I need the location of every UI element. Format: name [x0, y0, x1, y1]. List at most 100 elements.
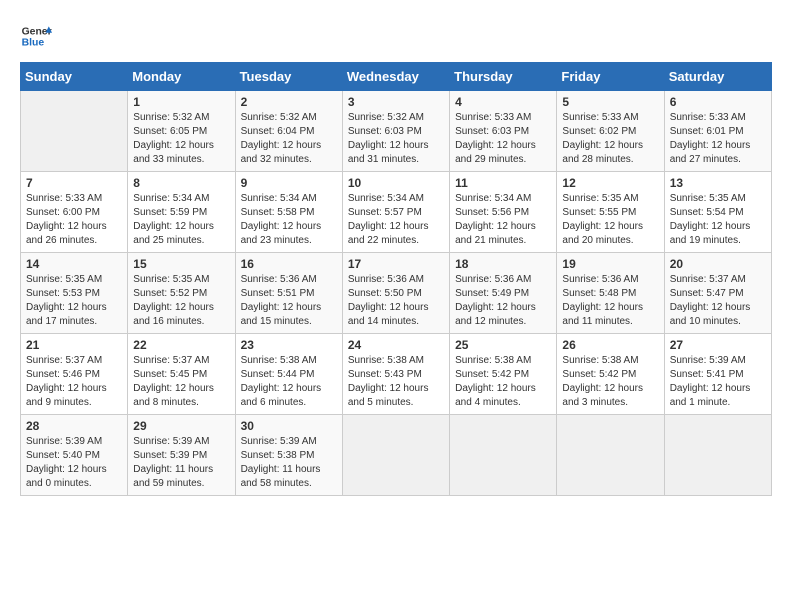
- logo: General Blue: [20, 20, 52, 52]
- calendar-cell: 19 Sunrise: 5:36 AM Sunset: 5:48 PM Dayli…: [557, 253, 664, 334]
- calendar-cell: 7Sunrise: 5:33 AM Sunset: 6:00 PM Daylig…: [21, 172, 128, 253]
- calendar-cell: 4 Sunrise: 5:33 AM Sunset: 6:03 PM Daylig…: [450, 91, 557, 172]
- calendar-cell: 22Sunrise: 5:37 AM Sunset: 5:45 PM Dayli…: [128, 334, 235, 415]
- day-number: 18: [455, 257, 551, 271]
- day-number: 28: [26, 419, 122, 433]
- day-number: 25: [455, 338, 551, 352]
- day-number: 13: [670, 176, 766, 190]
- day-number: 10: [348, 176, 444, 190]
- calendar-cell: 26 Sunrise: 5:38 AM Sunset: 5:42 PM Dayli…: [557, 334, 664, 415]
- cell-content: Sunrise: 5:34 AM Sunset: 5:56 PM Dayligh…: [455, 192, 551, 248]
- cell-content: Sunrise: 5:37 AM Sunset: 5:47 PM Dayligh…: [670, 273, 766, 329]
- cell-content: Sunrise: 5:32 AM Sunset: 6:05 PM Dayligh…: [133, 111, 229, 167]
- calendar-cell: 3Sunrise: 5:32 AM Sunset: 6:03 PM Daylig…: [342, 91, 449, 172]
- cell-content: Sunrise: 5:39 AM Sunset: 5:41 PM Dayligh…: [670, 354, 766, 410]
- cell-content: Sunrise: 5:33 AM Sunset: 6:01 PM Dayligh…: [670, 111, 766, 167]
- calendar-week-row: 14 Sunrise: 5:35 AM Sunset: 5:53 PM Dayli…: [21, 253, 772, 334]
- day-number: 24: [348, 338, 444, 352]
- calendar-cell: 10 Sunrise: 5:34 AM Sunset: 5:57 PM Dayli…: [342, 172, 449, 253]
- calendar-cell: 13 Sunrise: 5:35 AM Sunset: 5:54 PM Dayli…: [664, 172, 771, 253]
- day-number: 22: [133, 338, 229, 352]
- calendar-week-row: 1 Sunrise: 5:32 AM Sunset: 6:05 PM Daylig…: [21, 91, 772, 172]
- day-number: 29: [133, 419, 229, 433]
- calendar-cell: 29 Sunrise: 5:39 AM Sunset: 5:39 PM Dayli…: [128, 415, 235, 496]
- day-number: 21: [26, 338, 122, 352]
- cell-content: Sunrise: 5:35 AM Sunset: 5:55 PM Dayligh…: [562, 192, 658, 248]
- cell-content: Sunrise: 5:38 AM Sunset: 5:44 PM Dayligh…: [241, 354, 337, 410]
- cell-content: Sunrise: 5:39 AM Sunset: 5:38 PM Dayligh…: [241, 435, 337, 491]
- day-number: 20: [670, 257, 766, 271]
- cell-content: Sunrise: 5:33 AM Sunset: 6:02 PM Dayligh…: [562, 111, 658, 167]
- calendar-cell: [21, 91, 128, 172]
- cell-content: Sunrise: 5:38 AM Sunset: 5:42 PM Dayligh…: [562, 354, 658, 410]
- calendar-cell: 17Sunrise: 5:36 AM Sunset: 5:50 PM Dayli…: [342, 253, 449, 334]
- day-number: 15: [133, 257, 229, 271]
- day-number: 4: [455, 95, 551, 109]
- calendar-cell: 15 Sunrise: 5:35 AM Sunset: 5:52 PM Dayli…: [128, 253, 235, 334]
- calendar-cell: 30 Sunrise: 5:39 AM Sunset: 5:38 PM Dayli…: [235, 415, 342, 496]
- calendar-cell: 27 Sunrise: 5:39 AM Sunset: 5:41 PM Dayli…: [664, 334, 771, 415]
- weekday-header: Monday: [128, 63, 235, 91]
- calendar-cell: 23 Sunrise: 5:38 AM Sunset: 5:44 PM Dayli…: [235, 334, 342, 415]
- day-number: 2: [241, 95, 337, 109]
- cell-content: Sunrise: 5:37 AM Sunset: 5:46 PM Dayligh…: [26, 354, 122, 410]
- weekday-header-row: SundayMondayTuesdayWednesdayThursdayFrid…: [21, 63, 772, 91]
- cell-content: Sunrise: 5:34 AM Sunset: 5:59 PM Dayligh…: [133, 192, 229, 248]
- cell-content: Sunrise: 5:34 AM Sunset: 5:57 PM Dayligh…: [348, 192, 444, 248]
- calendar-cell: 21 Sunrise: 5:37 AM Sunset: 5:46 PM Dayli…: [21, 334, 128, 415]
- cell-content: Sunrise: 5:36 AM Sunset: 5:48 PM Dayligh…: [562, 273, 658, 329]
- calendar-week-row: 7Sunrise: 5:33 AM Sunset: 6:00 PM Daylig…: [21, 172, 772, 253]
- cell-content: Sunrise: 5:35 AM Sunset: 5:54 PM Dayligh…: [670, 192, 766, 248]
- cell-content: Sunrise: 5:38 AM Sunset: 5:43 PM Dayligh…: [348, 354, 444, 410]
- calendar-cell: 24 Sunrise: 5:38 AM Sunset: 5:43 PM Dayli…: [342, 334, 449, 415]
- calendar-cell: 6 Sunrise: 5:33 AM Sunset: 6:01 PM Daylig…: [664, 91, 771, 172]
- day-number: 5: [562, 95, 658, 109]
- day-number: 14: [26, 257, 122, 271]
- weekday-header: Tuesday: [235, 63, 342, 91]
- page-header: General Blue: [20, 20, 772, 52]
- calendar-cell: 28 Sunrise: 5:39 AM Sunset: 5:40 PM Dayli…: [21, 415, 128, 496]
- calendar-cell: 2Sunrise: 5:32 AM Sunset: 6:04 PM Daylig…: [235, 91, 342, 172]
- weekday-header: Sunday: [21, 63, 128, 91]
- cell-content: Sunrise: 5:35 AM Sunset: 5:53 PM Dayligh…: [26, 273, 122, 329]
- calendar-cell: [342, 415, 449, 496]
- calendar-cell: 16Sunrise: 5:36 AM Sunset: 5:51 PM Dayli…: [235, 253, 342, 334]
- day-number: 30: [241, 419, 337, 433]
- cell-content: Sunrise: 5:33 AM Sunset: 6:03 PM Dayligh…: [455, 111, 551, 167]
- calendar-cell: 12 Sunrise: 5:35 AM Sunset: 5:55 PM Dayli…: [557, 172, 664, 253]
- cell-content: Sunrise: 5:33 AM Sunset: 6:00 PM Dayligh…: [26, 192, 122, 248]
- logo-icon: General Blue: [20, 20, 52, 52]
- weekday-header: Saturday: [664, 63, 771, 91]
- cell-content: Sunrise: 5:39 AM Sunset: 5:39 PM Dayligh…: [133, 435, 229, 491]
- calendar-table: SundayMondayTuesdayWednesdayThursdayFrid…: [20, 62, 772, 496]
- calendar-cell: 20 Sunrise: 5:37 AM Sunset: 5:47 PM Dayli…: [664, 253, 771, 334]
- day-number: 27: [670, 338, 766, 352]
- svg-text:Blue: Blue: [22, 38, 45, 49]
- calendar-cell: [664, 415, 771, 496]
- calendar-cell: 11 Sunrise: 5:34 AM Sunset: 5:56 PM Dayli…: [450, 172, 557, 253]
- calendar-week-row: 21 Sunrise: 5:37 AM Sunset: 5:46 PM Dayli…: [21, 334, 772, 415]
- weekday-header: Friday: [557, 63, 664, 91]
- day-number: 6: [670, 95, 766, 109]
- cell-content: Sunrise: 5:36 AM Sunset: 5:49 PM Dayligh…: [455, 273, 551, 329]
- calendar-week-row: 28 Sunrise: 5:39 AM Sunset: 5:40 PM Dayli…: [21, 415, 772, 496]
- cell-content: Sunrise: 5:39 AM Sunset: 5:40 PM Dayligh…: [26, 435, 122, 491]
- day-number: 26: [562, 338, 658, 352]
- day-number: 1: [133, 95, 229, 109]
- day-number: 11: [455, 176, 551, 190]
- day-number: 19: [562, 257, 658, 271]
- cell-content: Sunrise: 5:35 AM Sunset: 5:52 PM Dayligh…: [133, 273, 229, 329]
- cell-content: Sunrise: 5:36 AM Sunset: 5:50 PM Dayligh…: [348, 273, 444, 329]
- calendar-cell: 1 Sunrise: 5:32 AM Sunset: 6:05 PM Daylig…: [128, 91, 235, 172]
- calendar-cell: [450, 415, 557, 496]
- calendar-cell: 8 Sunrise: 5:34 AM Sunset: 5:59 PM Daylig…: [128, 172, 235, 253]
- cell-content: Sunrise: 5:34 AM Sunset: 5:58 PM Dayligh…: [241, 192, 337, 248]
- day-number: 8: [133, 176, 229, 190]
- day-number: 12: [562, 176, 658, 190]
- calendar-cell: 9 Sunrise: 5:34 AM Sunset: 5:58 PM Daylig…: [235, 172, 342, 253]
- day-number: 9: [241, 176, 337, 190]
- calendar-cell: 5 Sunrise: 5:33 AM Sunset: 6:02 PM Daylig…: [557, 91, 664, 172]
- calendar-cell: 14 Sunrise: 5:35 AM Sunset: 5:53 PM Dayli…: [21, 253, 128, 334]
- cell-content: Sunrise: 5:32 AM Sunset: 6:03 PM Dayligh…: [348, 111, 444, 167]
- day-number: 23: [241, 338, 337, 352]
